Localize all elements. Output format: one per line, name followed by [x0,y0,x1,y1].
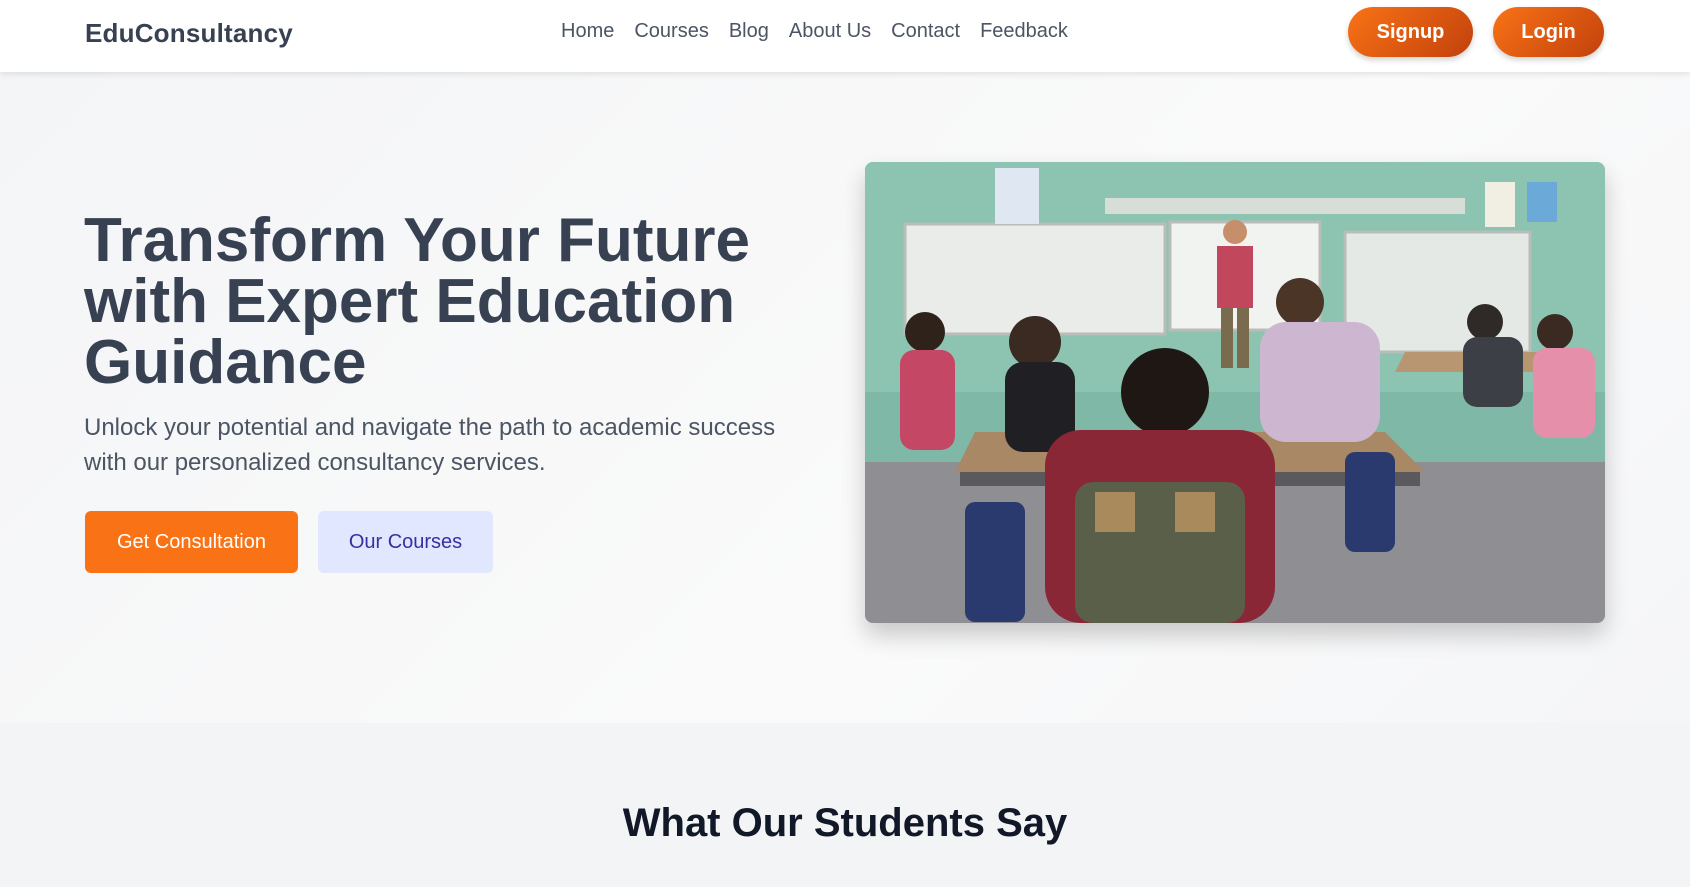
get-consultation-button[interactable]: Get Consultation [85,511,298,573]
nav-link-blog[interactable]: Blog [729,20,769,43]
nav-link-home[interactable]: Home [561,20,614,43]
nav-link-about[interactable]: About Us [789,20,871,43]
nav-link-courses[interactable]: Courses [634,20,708,43]
classroom-photo [865,162,1605,623]
nav-links: Home Courses Blog About Us Contact Feedb… [561,20,1088,43]
classroom-photo-illustration [865,162,1605,623]
signup-button[interactable]: Signup [1348,7,1473,57]
brand-logo[interactable]: EduConsultancy [85,18,293,49]
testimonials-section: What Our Students Say [0,723,1690,887]
hero-subtitle: Unlock your potential and navigate the p… [84,414,776,476]
nav-link-feedback[interactable]: Feedback [980,20,1068,43]
testimonials-title: What Our Students Say [622,801,1068,845]
navbar: EduConsultancy Home Courses Blog About U… [0,0,1690,72]
our-courses-button[interactable]: Our Courses [318,511,493,573]
login-button[interactable]: Login [1493,7,1604,57]
hero-title: Transform Your Future with Expert Educat… [84,206,751,397]
hero-section: Transform Your Future with Expert Educat… [0,72,1690,723]
nav-link-contact[interactable]: Contact [891,20,960,43]
